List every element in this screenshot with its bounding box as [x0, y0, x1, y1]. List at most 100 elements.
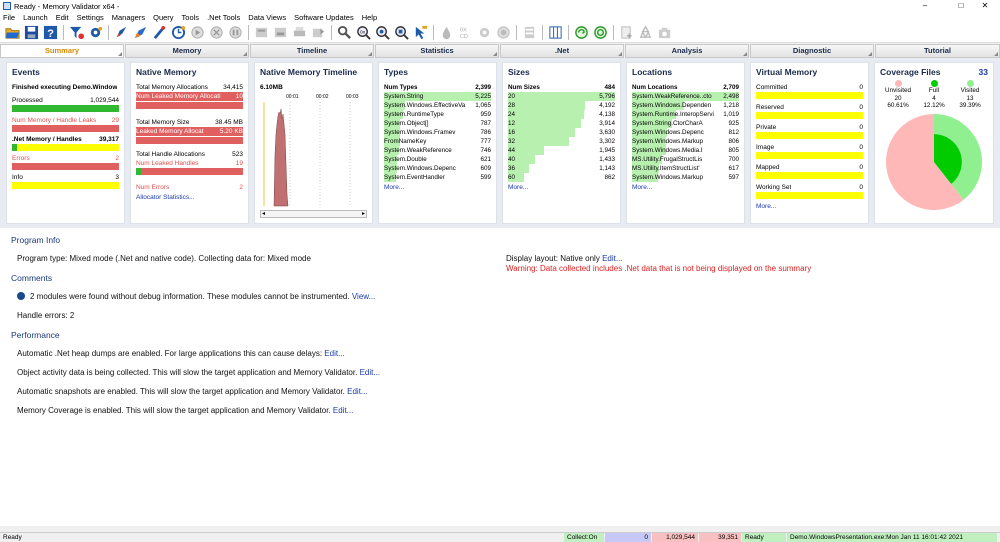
gear-grey-icon[interactable] [476, 25, 492, 41]
add-page-icon[interactable] [618, 25, 634, 41]
recycle-icon[interactable] [637, 25, 653, 41]
tab-timeline[interactable]: Timeline [250, 44, 374, 58]
export-icon[interactable] [310, 25, 326, 41]
menu-software-updates[interactable]: Software Updates [294, 13, 354, 22]
types-panel[interactable]: Types Num Types 2,399 System.String 5,225 S… [378, 62, 497, 224]
tab-memory[interactable]: Memory [125, 44, 249, 58]
tab-diagnostic[interactable]: Diagnostic [750, 44, 874, 58]
tab-analysis[interactable]: Analysis [625, 44, 749, 58]
tab-net[interactable]: .Net [500, 44, 624, 58]
camera-icon[interactable] [656, 25, 672, 41]
sizes-panel[interactable]: Sizes Num Sizes 484 20 5,796 28 4,192 24 4,138… [502, 62, 621, 224]
locations-row[interactable]: System.Windows.Markup 597 [632, 173, 739, 182]
perf-snapshots-edit-link[interactable]: Edit... [347, 387, 367, 396]
types-row[interactable]: FromNameKey 777 [384, 137, 491, 146]
locations-row[interactable]: System.Windows.Markup 806 [632, 137, 739, 146]
allocator-statistics-link[interactable]: Allocator Statistics... [136, 194, 243, 201]
sizes-row[interactable]: 16 3,630 [508, 128, 615, 137]
coverage-icon[interactable] [495, 25, 511, 41]
locations-row[interactable]: MS.Utility.ItemStructList' 617 [632, 164, 739, 173]
sizes-row[interactable]: 60 862 [508, 173, 615, 182]
tab-statistics[interactable]: Statistics [375, 44, 499, 58]
menu-settings[interactable]: Settings [77, 13, 104, 22]
inject-icon[interactable] [132, 25, 148, 41]
menu-query[interactable]: Query [153, 13, 173, 22]
find-object-icon[interactable] [374, 25, 390, 41]
scroll-left-icon[interactable]: ◂ [262, 210, 265, 217]
play-icon[interactable] [189, 25, 205, 41]
locations-row[interactable]: System.Windows.Depenc 812 [632, 128, 739, 137]
types-more-link[interactable]: More... [384, 184, 491, 191]
find-address-icon[interactable]: 0x [355, 25, 371, 41]
stop-icon[interactable] [208, 25, 224, 41]
auto-refresh-icon[interactable] [592, 25, 608, 41]
settings-gear-icon[interactable] [87, 25, 103, 41]
open-folder-icon[interactable] [4, 25, 20, 41]
launch-rocket-icon[interactable] [113, 25, 129, 41]
timeline-panel[interactable]: Native Memory Timeline 6.10MB 00:01 00:0… [254, 62, 373, 224]
sizes-row[interactable]: 12 3,914 [508, 119, 615, 128]
types-row[interactable]: System.WeakReference 746 [384, 146, 491, 155]
sizes-row[interactable]: 44 1,945 [508, 146, 615, 155]
locations-more-link[interactable]: More... [632, 184, 739, 191]
events-panel[interactable]: Events Finished executing Demo.Window Pr… [6, 62, 125, 224]
virtual-memory-more-link[interactable]: More... [756, 203, 863, 210]
locations-panel[interactable]: Locations Num Locations 2,709 System.Weak… [626, 62, 745, 224]
tab-summary[interactable]: Summary [0, 44, 124, 58]
tab-tutorial[interactable]: Tutorial [875, 44, 1000, 58]
search-icon[interactable] [336, 25, 352, 41]
types-row[interactable]: System.Double 621 [384, 155, 491, 164]
help-icon[interactable]: ? [42, 25, 58, 41]
timeline-scrollbar[interactable]: ◂ ▸ [260, 210, 367, 218]
locations-row[interactable]: MS.Utility.FrugalStructLis 700 [632, 155, 739, 164]
menu-managers[interactable]: Managers [112, 13, 145, 22]
menu-launch[interactable]: Launch [23, 13, 48, 22]
types-row[interactable]: System.Windows.Framev 786 [384, 128, 491, 137]
pointer-icon[interactable] [412, 25, 428, 41]
sizes-row[interactable]: 20 5,796 [508, 92, 615, 101]
menu-tools[interactable]: Tools [182, 13, 200, 22]
types-row[interactable]: System.RuntimeType 959 [384, 110, 491, 119]
virtual-memory-panel[interactable]: Virtual Memory Committed 0 Reserved 0 Privat… [750, 62, 869, 224]
drop-icon[interactable] [438, 25, 454, 41]
sizes-row[interactable]: 32 3,302 [508, 137, 615, 146]
monitor-clock-icon[interactable] [170, 25, 186, 41]
print-icon[interactable] [291, 25, 307, 41]
perf-heap-dumps-edit-link[interactable]: Edit... [324, 349, 344, 358]
types-row[interactable]: System.String 5,225 [384, 92, 491, 101]
locations-row[interactable]: System.Windows.Dependen 1,218 [632, 101, 739, 110]
save-icon[interactable] [23, 25, 39, 41]
display-layout-edit-link[interactable]: Edit... [602, 254, 622, 263]
menu-data-views[interactable]: Data Views [248, 13, 286, 22]
refresh-icon[interactable] [573, 25, 589, 41]
locations-row[interactable]: System.Runtime.InteropServi 1,019 [632, 110, 739, 119]
pause-icon[interactable] [227, 25, 243, 41]
sizes-more-link[interactable]: More... [508, 184, 615, 191]
sizes-row[interactable]: 28 4,192 [508, 101, 615, 110]
perf-coverage-edit-link[interactable]: Edit... [333, 406, 353, 415]
locations-row[interactable]: System.WeakReference..cto 2,498 [632, 92, 739, 101]
menu-file[interactable]: File [3, 13, 15, 22]
scroll-right-icon[interactable]: ▸ [362, 210, 365, 217]
filter-icon[interactable] [68, 25, 84, 41]
locations-row[interactable]: System.String.CtorCharA 925 [632, 119, 739, 128]
columns-icon[interactable] [547, 25, 563, 41]
database-icon[interactable] [521, 25, 537, 41]
native-memory-panel[interactable]: Native Memory Total Memory Allocations 34… [130, 62, 249, 224]
types-row[interactable]: System.Windows.Depenc 609 [384, 164, 491, 173]
hex-view-icon[interactable]: 0X CD [457, 25, 473, 41]
sizes-row[interactable]: 36 1,143 [508, 164, 615, 173]
close-button[interactable]: ✕ [970, 0, 1000, 12]
menu-help[interactable]: Help [362, 13, 377, 22]
compare-icon[interactable] [272, 25, 288, 41]
modules-view-link[interactable]: View... [352, 292, 375, 301]
locations-row[interactable]: System.Windows.Media.I 805 [632, 146, 739, 155]
types-row[interactable]: System.Windows.EffectiveVa 1,065 [384, 101, 491, 110]
types-row[interactable]: System.Object[] 787 [384, 119, 491, 128]
snapshot-icon[interactable] [253, 25, 269, 41]
menu-edit[interactable]: Edit [56, 13, 69, 22]
find-leak-icon[interactable] [393, 25, 409, 41]
coverage-panel[interactable]: Coverage Files 33 Unvisited 20 60.61% Full 4… [874, 62, 994, 224]
menu-net-tools[interactable]: .Net Tools [207, 13, 240, 22]
wait-icon[interactable] [151, 25, 167, 41]
